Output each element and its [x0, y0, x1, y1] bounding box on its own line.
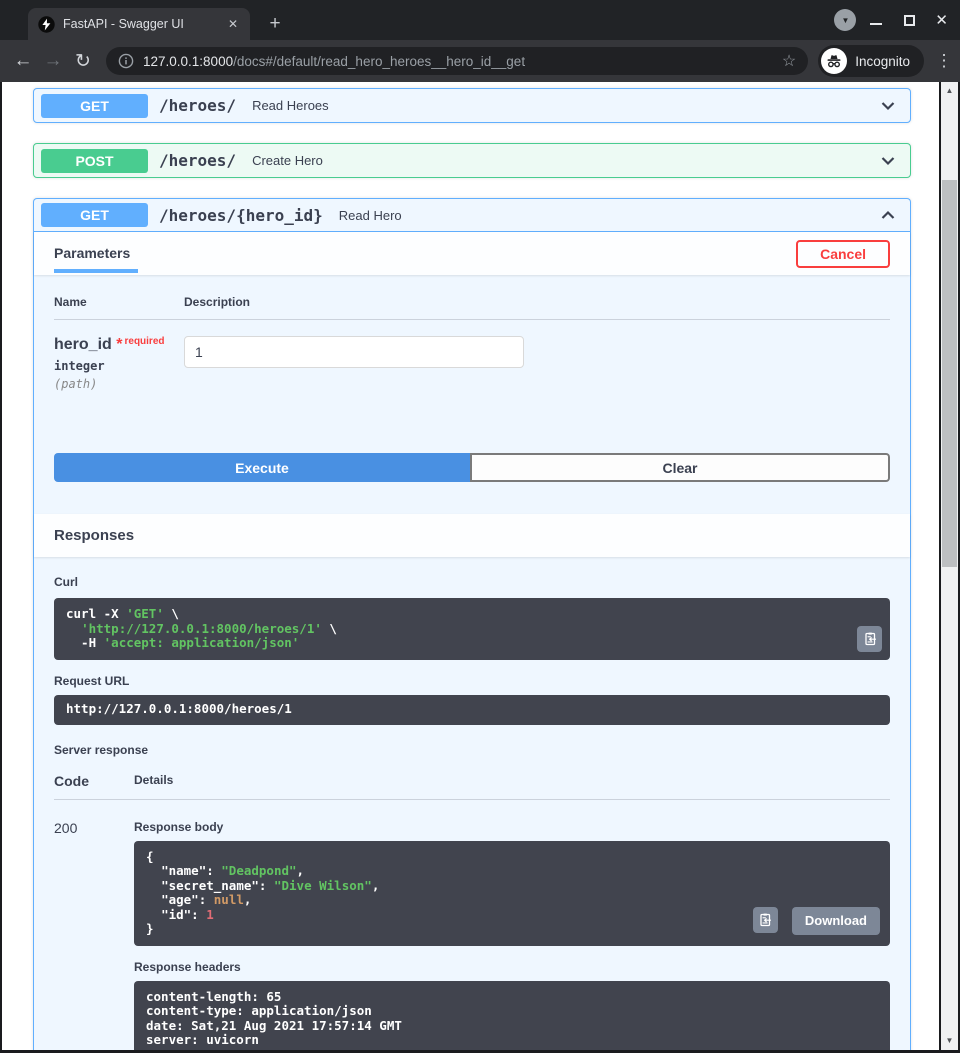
minimize-button[interactable] — [870, 15, 883, 25]
incognito-label: Incognito — [855, 53, 910, 69]
response-row: 200 Response body { "name": "Deadpond", … — [54, 800, 890, 1050]
cancel-button[interactable]: Cancel — [796, 239, 890, 268]
browser-menu-icon[interactable]: ⋮ — [932, 51, 956, 71]
method-badge-post: POST — [41, 148, 148, 173]
opblock-create-hero-header[interactable]: POST /heroes/ Create Hero — [34, 144, 910, 177]
site-info-icon[interactable] — [118, 53, 134, 69]
method-badge-get: GET — [41, 203, 148, 227]
parameter-location: (path) — [54, 377, 98, 391]
response-headers-value: content-length: 65 content-type: applica… — [134, 980, 890, 1050]
curl-label: Curl — [54, 575, 78, 589]
execute-row: Execute Clear — [34, 391, 910, 514]
url-path: /docs#/default/read_hero_heroes__hero_id… — [233, 53, 526, 69]
opblock-read-heroes-header[interactable]: GET /heroes/ Read Heroes — [34, 89, 910, 122]
curl-command[interactable]: curl -X 'GET' \ 'http://127.0.0.1:8000/h… — [54, 598, 890, 660]
url-host: 127.0.0.1:8000 — [143, 53, 234, 69]
tab-title: FastAPI - Swagger UI — [63, 17, 184, 31]
parameters-section-header: Parameters Cancel — [34, 232, 910, 275]
tab-close-icon[interactable]: ✕ — [224, 15, 242, 33]
response-table-header: Code Details — [54, 773, 890, 800]
opblock-read-hero-header[interactable]: GET /heroes/{hero_id} Read Hero — [34, 199, 910, 232]
request-url-label: Request URL — [54, 673, 130, 688]
incognito-icon — [821, 48, 848, 74]
tab-parameters[interactable]: Parameters — [54, 234, 138, 273]
request-url-value: http://127.0.0.1:8000/heroes/1 — [54, 694, 890, 725]
status-code: 200 — [54, 819, 78, 836]
fastapi-favicon-icon — [38, 15, 55, 33]
scrollbar-down-icon[interactable]: ▼ — [941, 1034, 958, 1048]
execute-button[interactable]: Execute — [54, 453, 470, 482]
parameter-value-cell — [184, 336, 524, 391]
browser-toolbar: ← → ↻ 127.0.0.1:8000/docs#/default/read_… — [0, 40, 960, 82]
title-bar: FastAPI - Swagger UI ✕ + ▼ ✕ — [0, 0, 960, 40]
endpoint-summary: Read Hero — [338, 207, 402, 223]
chevron-down-icon[interactable] — [878, 96, 898, 116]
opblock-read-hero: GET /heroes/{hero_id} Read Hero Paramete… — [33, 198, 911, 1050]
incognito-badge: Incognito — [818, 45, 924, 77]
reload-button[interactable]: ↻ — [68, 50, 98, 73]
details-column: Details — [134, 772, 174, 787]
opblock-read-heroes[interactable]: GET /heroes/ Read Heroes — [33, 88, 911, 123]
column-description: Description — [184, 295, 251, 309]
hero-id-input[interactable] — [184, 336, 524, 368]
page-scrollbar[interactable]: ▲ ▼ — [941, 82, 958, 1050]
parameter-name: hero_id * required — [54, 336, 165, 353]
url-text[interactable]: 127.0.0.1:8000/docs#/default/read_hero_h… — [143, 54, 525, 69]
new-tab-button[interactable]: + — [262, 11, 288, 37]
endpoint-summary: Create Hero — [252, 153, 323, 168]
window-border — [0, 82, 2, 1053]
required-label: required — [124, 336, 165, 347]
server-response-label: Server response — [54, 742, 149, 757]
browser-window: FastAPI - Swagger UI ✕ + ▼ ✕ ← → ↻ 127.0… — [0, 0, 960, 1053]
parameter-meta: hero_id * required integer (path) — [54, 336, 184, 391]
required-asterisk: * — [116, 336, 123, 353]
copy-response-button[interactable] — [752, 906, 778, 933]
parameters-columns: Name Description — [54, 295, 890, 320]
swagger-page: GET /heroes/ Read Heroes POST /heroes/ C… — [2, 82, 939, 1050]
scrollbar-thumb[interactable] — [942, 180, 957, 567]
clear-button[interactable]: Clear — [470, 453, 890, 482]
endpoint-path: /heroes/{hero_id} — [159, 205, 323, 225]
responses-title: Responses — [54, 527, 135, 544]
response-details: Response body { "name": "Deadpond", "sec… — [134, 819, 890, 1050]
responses-section-header: Responses — [34, 514, 910, 557]
download-button[interactable]: Download — [791, 906, 880, 935]
chevron-up-icon[interactable] — [878, 205, 898, 225]
endpoint-path: /heroes/ — [159, 151, 237, 170]
forward-button[interactable]: → — [38, 50, 68, 72]
response-body-label: Response body — [134, 819, 224, 834]
method-badge-get: GET — [41, 93, 148, 118]
response-headers-label: Response headers — [134, 959, 241, 974]
parameters-table: Name Description hero_id * required integ… — [34, 275, 910, 391]
bookmark-star-icon[interactable]: ☆ — [782, 51, 796, 71]
code-column: Code — [54, 772, 89, 789]
column-name: Name — [54, 295, 87, 309]
endpoint-path: /heroes/ — [159, 96, 237, 115]
window-controls: ▼ ✕ — [834, 0, 950, 40]
responses-body: Curl curl -X 'GET' \ 'http://127.0.0.1:8… — [34, 557, 910, 1050]
endpoint-summary: Read Heroes — [252, 98, 329, 113]
copy-curl-button[interactable] — [857, 625, 882, 652]
close-window-button[interactable]: ✕ — [933, 13, 950, 28]
response-body-json: { "name": "Deadpond", "secret_name": "Di… — [134, 840, 890, 946]
chevron-down-icon[interactable] — [878, 151, 898, 171]
back-button[interactable]: ← — [8, 50, 38, 72]
browser-tab[interactable]: FastAPI - Swagger UI ✕ — [28, 8, 250, 40]
opblock-create-hero[interactable]: POST /heroes/ Create Hero — [33, 143, 911, 178]
parameter-type: integer — [54, 359, 105, 373]
scrollbar-up-icon[interactable]: ▲ — [941, 84, 958, 98]
parameter-row: hero_id * required integer (path) — [54, 320, 890, 391]
browser-update-icon[interactable]: ▼ — [834, 9, 857, 31]
maximize-button[interactable] — [904, 14, 916, 26]
address-bar[interactable]: 127.0.0.1:8000/docs#/default/read_hero_h… — [106, 47, 809, 75]
